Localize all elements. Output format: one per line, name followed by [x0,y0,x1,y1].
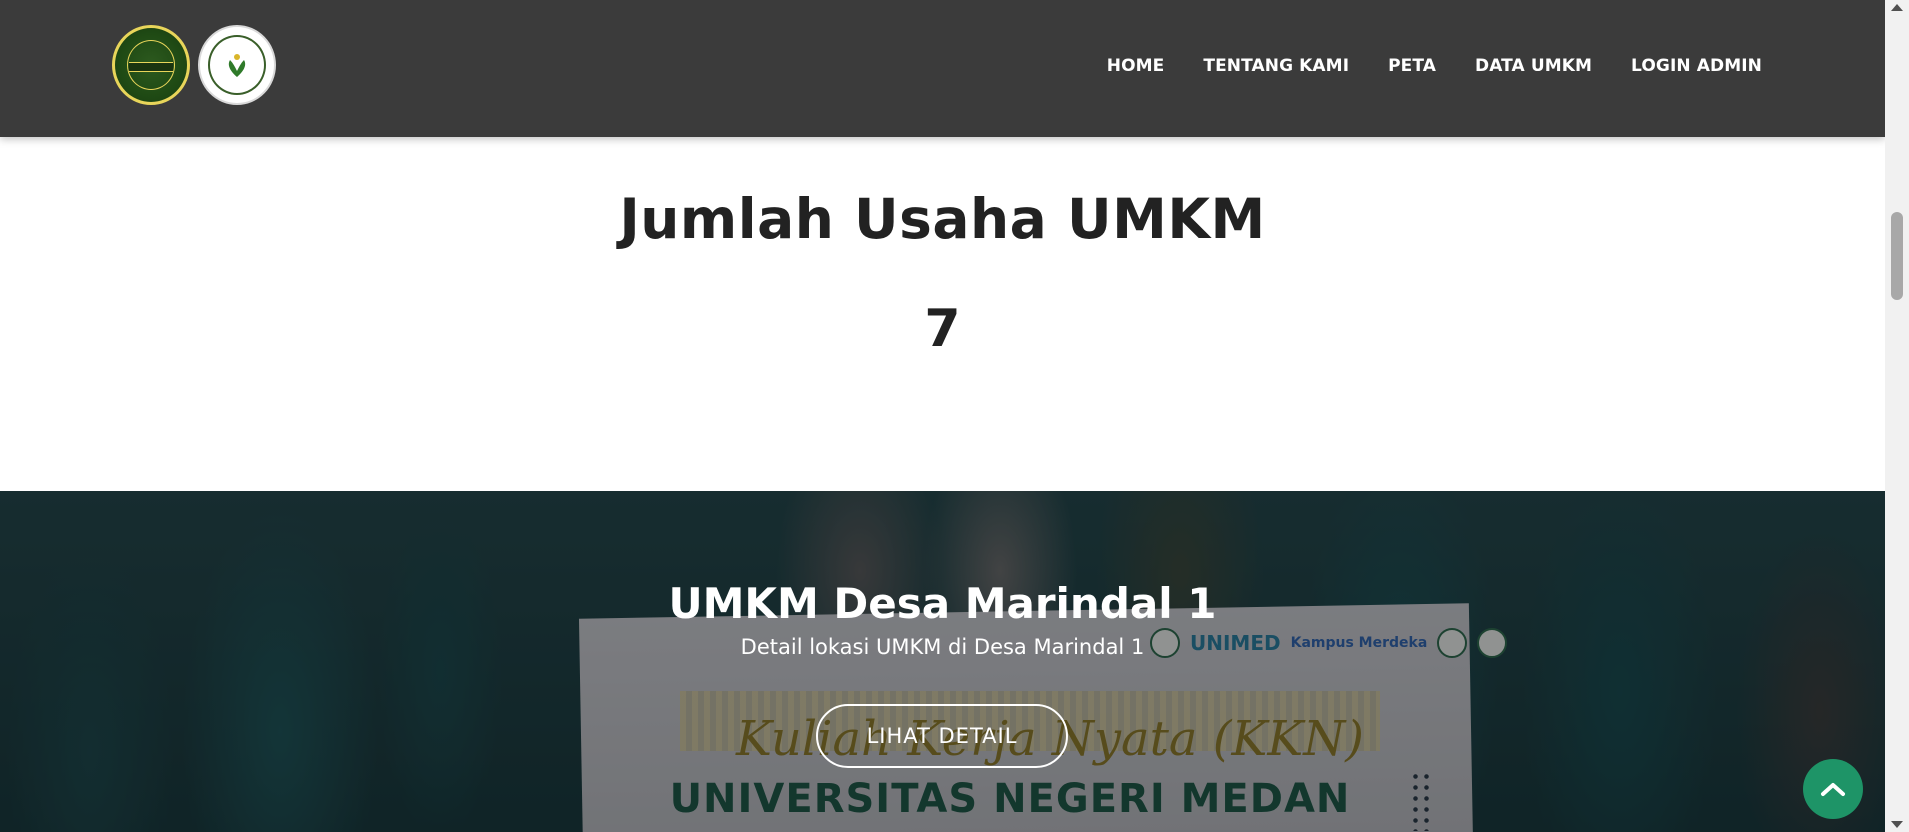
unimed-logo[interactable] [198,25,276,105]
scroll-to-top-button[interactable] [1803,759,1863,819]
scroll-up-arrow-icon[interactable] [1891,4,1903,11]
nav-tentang-kami[interactable]: TENTANG KAMI [1203,56,1349,76]
counter-title: Jumlah Usaha UMKM [619,187,1266,251]
hero-overlay [0,491,1885,832]
lihat-detail-button[interactable]: LIHAT DETAIL [816,704,1068,768]
nav-login-admin[interactable]: LOGIN ADMIN [1631,56,1762,76]
hero-section: UNIMED Kampus Merdeka Kuliah Kerja Nyata… [0,491,1885,832]
scrollbar-thumb[interactable] [1891,212,1903,300]
leaf-emblem-icon [228,54,246,77]
nav-data-umkm[interactable]: DATA UMKM [1475,56,1592,76]
nav-home[interactable]: HOME [1107,56,1165,76]
site-header: HOME TENTANG KAMI PETA DATA UMKM LOGIN A… [0,0,1885,137]
main-nav: HOME TENTANG KAMI PETA DATA UMKM LOGIN A… [1107,0,1762,132]
scroll-down-arrow-icon[interactable] [1891,821,1903,828]
logo-band [129,62,173,72]
nav-peta[interactable]: PETA [1388,56,1436,76]
chevron-up-icon [1821,783,1845,796]
page-scrollbar[interactable] [1885,0,1909,832]
counter-value: 7 [924,299,961,359]
hero-title: UMKM Desa Marindal 1 [668,579,1217,628]
umkm-counter-section: Jumlah Usaha UMKM 7 [0,137,1885,491]
desa-marindal-logo[interactable] [112,25,190,105]
hero-subtitle: Detail lokasi UMKM di Desa Marindal 1 [740,635,1145,659]
